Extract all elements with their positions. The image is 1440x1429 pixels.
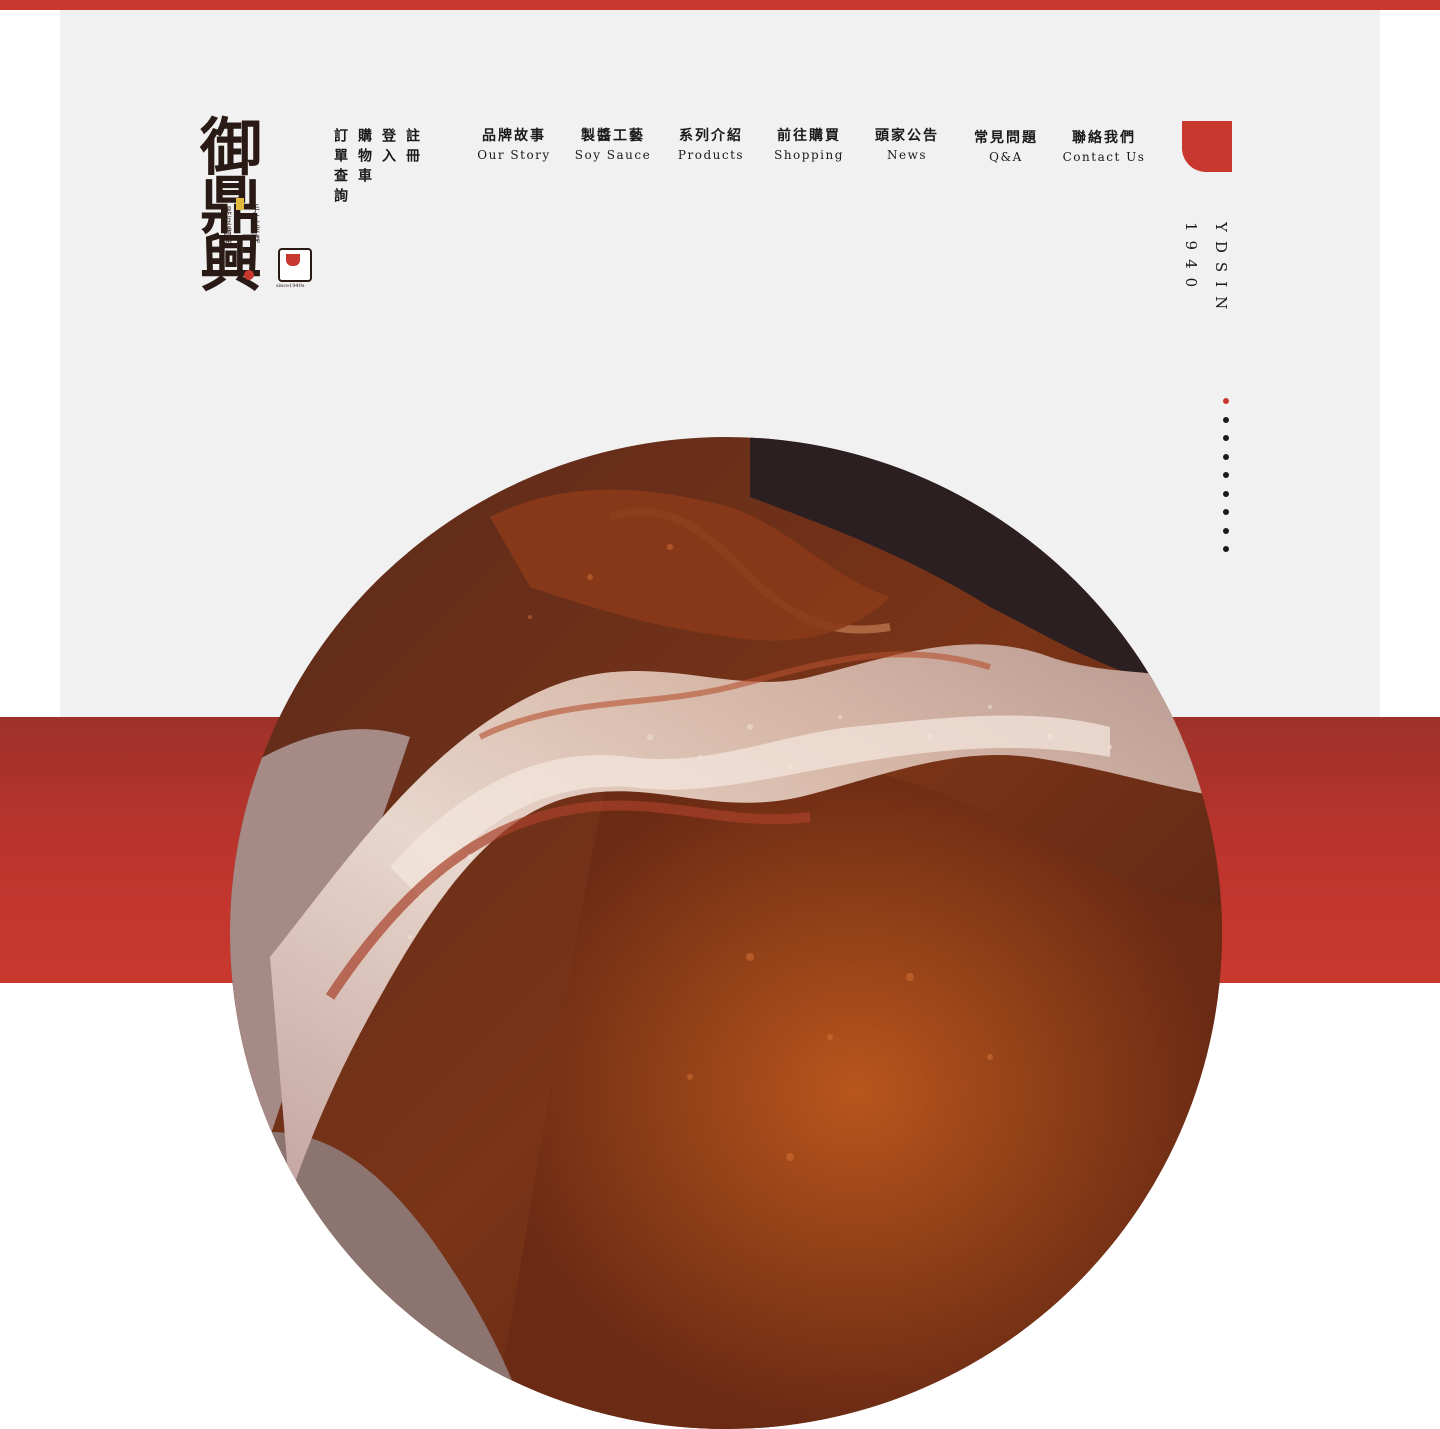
- hero-soy-crystal-image: [230, 437, 1222, 1429]
- slider-dot-8[interactable]: [1223, 527, 1229, 534]
- logo-gold-accent: [236, 198, 244, 210]
- nav-label-en: Our Story: [477, 148, 551, 162]
- nav-contact-us[interactable]: 聯絡我們 Contact Us: [1056, 129, 1152, 167]
- nav-shopping[interactable]: 前往購買 Shopping: [761, 127, 857, 165]
- slider-dot-7[interactable]: [1223, 509, 1229, 515]
- cart-link[interactable]: 購物車: [354, 128, 374, 188]
- logo-red-accent: [244, 270, 254, 280]
- register-link[interactable]: 註冊: [402, 128, 422, 168]
- nav-label-zh: 品牌故事: [482, 128, 546, 144]
- slider-dot-2[interactable]: [1223, 416, 1229, 423]
- brand-logo[interactable]: 御 鼎 興 黑豆醬油 手工柴燒 since1940s: [200, 117, 312, 308]
- slider-pagination: [1220, 398, 1232, 565]
- nav-products[interactable]: 系列介紹 Products: [663, 127, 759, 165]
- logo-seal-text: since1940s: [276, 283, 305, 289]
- nav-label-zh: 前往購買: [777, 128, 841, 144]
- login-link[interactable]: 登入: [378, 128, 398, 168]
- nav-label-zh: 製醬工藝: [581, 128, 645, 144]
- nav-label-en: News: [886, 148, 928, 162]
- nav-label-zh: 系列介紹: [679, 128, 743, 144]
- logo-tagline-method: 手工柴燒: [249, 204, 259, 244]
- slider-dot-1[interactable]: [1223, 398, 1229, 404]
- logo-tagline-ingredient: 黑豆醬油: [221, 206, 231, 246]
- nav-label-zh: 常見問題: [974, 130, 1038, 146]
- nav-label-zh: 頭家公告: [875, 128, 939, 144]
- nav-label-en: Products: [677, 148, 745, 162]
- top-accent-bar: [0, 0, 1440, 10]
- slider-dot-6[interactable]: [1223, 490, 1229, 497]
- nav-label-zh: 聯絡我們: [1072, 130, 1136, 146]
- order-lookup-link[interactable]: 訂單查詢: [330, 128, 350, 208]
- nav-label-en: Contact Us: [1062, 150, 1146, 164]
- nav-soy-sauce[interactable]: 製醬工藝 Soy Sauce: [565, 127, 661, 165]
- slider-dot-9[interactable]: [1223, 546, 1229, 552]
- nav-label-en: Q&A: [989, 150, 1023, 164]
- corner-tab-icon: [1182, 121, 1232, 172]
- slider-dot-3[interactable]: [1223, 435, 1229, 441]
- nav-label-en: Soy Sauce: [574, 148, 652, 162]
- nav-our-story[interactable]: 品牌故事 Our Story: [466, 127, 562, 165]
- slider-dot-4[interactable]: [1223, 453, 1229, 460]
- slider-dot-5[interactable]: [1223, 472, 1229, 478]
- vertical-brand-year: 1940: [1182, 222, 1200, 297]
- nav-qa[interactable]: 常見問題 Q&A: [958, 129, 1054, 167]
- vertical-brand-name: YDSIN: [1212, 222, 1230, 319]
- nav-label-en: Shopping: [774, 148, 844, 162]
- logo-seal-icon: [278, 248, 312, 282]
- nav-news[interactable]: 頭家公告 News: [859, 127, 955, 165]
